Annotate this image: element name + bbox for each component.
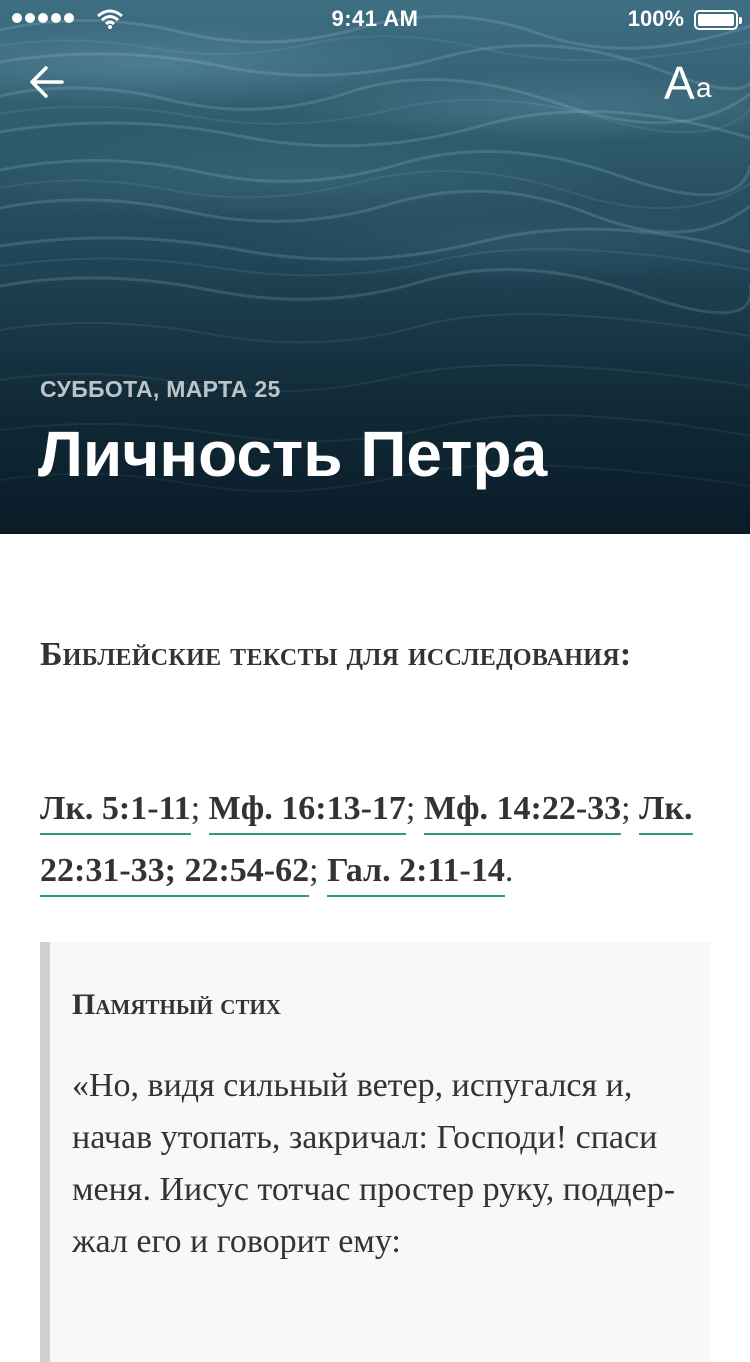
section-heading: Библейские тексты для исследования: bbox=[40, 636, 632, 673]
arrow-left-icon bbox=[30, 66, 64, 98]
font-size-icon-small: a bbox=[696, 72, 712, 103]
memory-verse-block: Памятный стих «Но, видя сильный ветер, и… bbox=[40, 942, 710, 1362]
hero-image: 9:41 AM 100% Aa СУББОТА, МАРТА 25 Личнос… bbox=[0, 0, 750, 534]
font-settings-button[interactable]: Aa bbox=[664, 56, 724, 109]
battery-percent: 100% bbox=[627, 6, 684, 31]
reference-link[interactable]: Лк. 5:1-11 bbox=[40, 790, 191, 835]
hero-shade bbox=[0, 274, 750, 534]
back-button[interactable] bbox=[24, 58, 72, 106]
lesson-date: СУББОТА, МАРТА 25 bbox=[40, 376, 281, 402]
status-bar: 9:41 AM 100% bbox=[0, 0, 750, 40]
reference-separator: . bbox=[504, 852, 514, 889]
battery-icon bbox=[694, 10, 742, 30]
reference-link[interactable]: Мф. 14:22-33 bbox=[423, 790, 622, 835]
reference-separator: ; bbox=[621, 790, 640, 827]
reference-link[interactable]: Мф. 16:13-17 bbox=[208, 790, 406, 835]
font-size-icon: A bbox=[664, 57, 695, 109]
reference-separator: ; bbox=[405, 790, 424, 827]
memory-verse-text: «Но, видя сильный ветер, испугался и, на… bbox=[72, 1067, 676, 1260]
reference-link[interactable]: Гал. 2:11-14 bbox=[327, 852, 505, 897]
lesson-content: Библейские тексты для исследования: Лк. … bbox=[0, 534, 750, 1362]
bible-references: Лк. 5:1-11; Мф. 16:13-17; Мф. 14:22-33; … bbox=[40, 778, 730, 902]
page-title: Личность Петра bbox=[38, 418, 548, 490]
memory-verse-title: Памятный стих bbox=[72, 988, 281, 1021]
reference-separator: ; bbox=[309, 852, 328, 889]
reference-separator: ; bbox=[190, 790, 209, 827]
